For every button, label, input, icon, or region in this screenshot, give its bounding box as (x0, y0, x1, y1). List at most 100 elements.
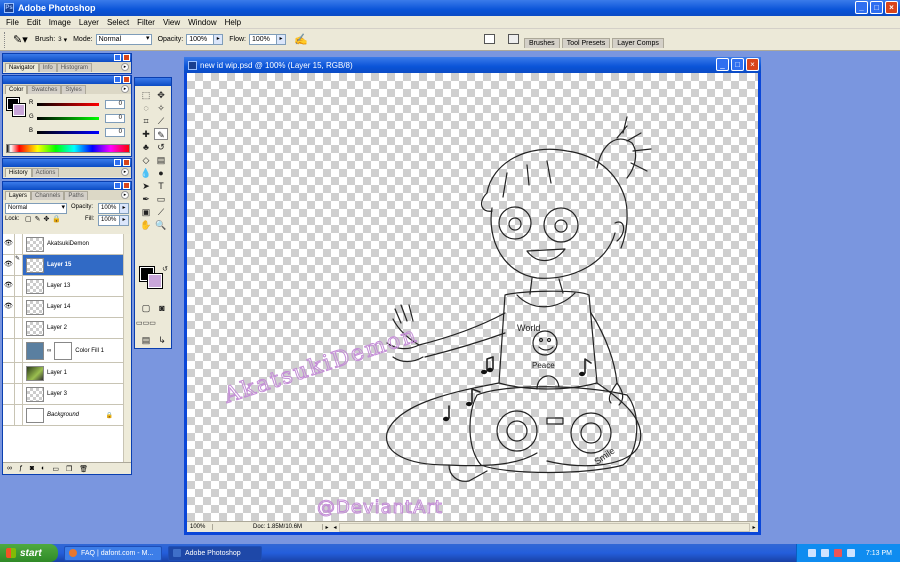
eye-icon[interactable]: 👁 (3, 255, 15, 275)
opacity-input[interactable]: 100% (186, 34, 215, 45)
airbrush-icon[interactable]: ✍ (294, 33, 308, 46)
color-palette-header[interactable] (3, 76, 131, 84)
eraser-tool-icon[interactable]: ◇ (139, 154, 153, 166)
layer-row[interactable]: Layer 2 (3, 318, 123, 339)
document-maximize-button[interactable]: □ (731, 58, 744, 71)
close-button[interactable]: × (885, 1, 898, 14)
layer-row[interactable]: 👁 ✎ Layer 15 (3, 255, 123, 276)
layer-row[interactable]: Background 🔒 (3, 405, 123, 426)
toolbox-header[interactable] (135, 78, 171, 86)
menu-window[interactable]: Window (184, 18, 220, 27)
history-brush-tool-icon[interactable]: ↺ (154, 141, 168, 153)
type-tool-icon[interactable]: T (154, 180, 168, 192)
history-minimize-button[interactable] (114, 159, 121, 166)
zoom-level[interactable]: 100% (187, 524, 213, 530)
healing-brush-tool-icon[interactable]: ✚ (139, 128, 153, 140)
background-color-swatch[interactable] (12, 103, 26, 117)
new-layer-icon[interactable]: ❐ (66, 465, 72, 473)
layer-row[interactable]: 👁 Layer 14 (3, 297, 123, 318)
scroll-right-arrow[interactable]: ▸ (750, 524, 758, 531)
history-close-button[interactable] (123, 159, 130, 166)
eye-toggle-empty[interactable] (3, 384, 15, 404)
brush-picker-arrow[interactable]: ▾ (64, 36, 68, 44)
brush-tool-preset-icon[interactable]: ✎▾ (13, 33, 29, 47)
document-title-bar[interactable]: new id wip.psd @ 100% (Layer 15, RGB/8) … (184, 57, 761, 73)
options-grip[interactable] (4, 31, 7, 48)
eye-icon[interactable]: 👁 (3, 297, 15, 317)
eye-icon[interactable]: 👁 (3, 234, 15, 254)
navigator-minimize-button[interactable] (114, 54, 121, 61)
history-menu-button[interactable]: ▸ (121, 168, 129, 176)
new-fill-layer-icon[interactable]: ◐ (41, 465, 45, 472)
brush-tool-icon[interactable]: ✎ (154, 128, 168, 140)
opacity-slider-arrow[interactable]: ▸ (214, 34, 224, 45)
toggle-palettes-icon[interactable] (508, 34, 519, 44)
brush-size[interactable]: 3 (58, 37, 61, 43)
dodge-tool-icon[interactable]: ● (154, 167, 168, 179)
color-minimize-button[interactable] (114, 76, 121, 83)
eye-icon[interactable]: 👁 (3, 276, 15, 296)
canvas[interactable]: World Peace Smile AkatsukiDemon @Deviant… (187, 73, 758, 521)
tray-alert-icon[interactable] (833, 549, 842, 557)
tray-volume-icon[interactable] (820, 549, 829, 557)
layer-row[interactable]: Layer 3 (3, 384, 123, 405)
clone-stamp-tool-icon[interactable]: ♣ (139, 141, 153, 153)
red-slider[interactable] (37, 103, 99, 106)
standard-mode-icon[interactable]: ▢ (139, 302, 153, 314)
menu-image[interactable]: Image (45, 18, 75, 27)
tab-info[interactable]: Info (38, 63, 57, 72)
add-mask-icon[interactable]: ◙ (30, 465, 34, 472)
menu-layer[interactable]: Layer (75, 18, 103, 27)
tab-channels[interactable]: Channels (31, 191, 65, 200)
eye-toggle-empty[interactable] (3, 405, 15, 425)
menu-select[interactable]: Select (103, 18, 133, 27)
eye-toggle-empty[interactable] (3, 318, 15, 338)
document-minimize-button[interactable]: _ (716, 58, 729, 71)
well-tab-tool-presets[interactable]: Tool Presets (561, 38, 611, 48)
document-close-button[interactable]: × (746, 58, 759, 71)
lasso-tool-icon[interactable]: ◌ (139, 102, 153, 114)
tray-app-icon[interactable] (846, 549, 855, 557)
zoom-tool-icon[interactable]: 🔍 (154, 219, 168, 231)
horizontal-scrollbar[interactable] (339, 522, 750, 532)
menu-help[interactable]: Help (221, 18, 245, 27)
layer-row[interactable]: ∞ Color Fill 1 (3, 339, 123, 363)
gradient-tool-icon[interactable]: ▤ (154, 154, 168, 166)
menu-file[interactable]: File (2, 18, 23, 27)
start-button[interactable]: start (0, 544, 58, 562)
green-slider[interactable] (37, 117, 99, 120)
move-tool-icon[interactable]: ✥ (154, 89, 168, 101)
tray-network-icon[interactable] (807, 549, 816, 557)
tab-history[interactable]: History (5, 168, 32, 177)
flow-slider-arrow[interactable]: ▸ (276, 34, 286, 45)
layer-opacity-arrow[interactable]: ▸ (120, 203, 129, 214)
eye-toggle-empty[interactable] (3, 363, 15, 383)
green-input[interactable]: 0 (105, 114, 125, 123)
lock-icons[interactable]: ▢✎✥🔒 (25, 215, 64, 223)
layer-row[interactable]: Layer 1 (3, 363, 123, 384)
path-selection-tool-icon[interactable]: ➤ (139, 180, 153, 192)
notes-tool-icon[interactable]: ▣ (139, 206, 153, 218)
scroll-left-arrow[interactable]: ◂ (331, 524, 339, 531)
taskbar-item-photoshop[interactable]: Adobe Photoshop (168, 545, 262, 561)
shape-tool-icon[interactable]: ▭ (154, 193, 168, 205)
layer-blend-mode-select[interactable]: Normal (5, 203, 67, 214)
hand-tool-icon[interactable]: ✋ (139, 219, 153, 231)
crop-tool-icon[interactable]: ⌗ (139, 115, 153, 127)
new-group-icon[interactable]: ▭ (52, 465, 59, 473)
file-browser-icon[interactable] (484, 34, 495, 44)
fill-arrow[interactable]: ▸ (120, 215, 129, 226)
well-tab-layer-comps[interactable]: Layer Comps (612, 38, 664, 48)
imageready-icon[interactable]: ↳ (155, 334, 169, 346)
jump-to-imageready-icon[interactable]: ▤ (139, 334, 153, 346)
well-tab-brushes[interactable]: Brushes (524, 38, 560, 48)
blue-input[interactable]: 0 (105, 128, 125, 137)
tab-navigator[interactable]: Navigator (5, 63, 39, 72)
mode-select[interactable]: Normal (95, 34, 152, 45)
flow-input[interactable]: 100% (248, 34, 277, 45)
eye-toggle-empty[interactable] (3, 339, 15, 362)
status-menu-arrow[interactable]: ▸ (323, 524, 331, 531)
navigator-menu-button[interactable]: ▸ (121, 63, 129, 71)
pen-tool-icon[interactable]: ✒ (139, 193, 153, 205)
menu-view[interactable]: View (159, 18, 184, 27)
